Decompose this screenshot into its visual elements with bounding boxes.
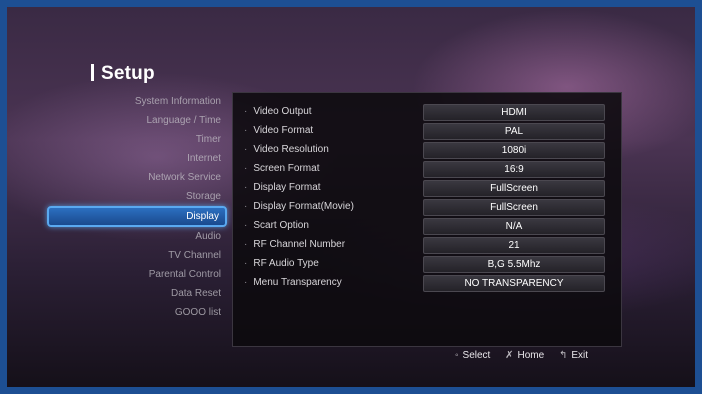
setting-label-display-format: · Display Format [244,182,321,193]
setting-label-scart-option: · Scart Option [244,220,309,231]
select-hint-label: Select [462,350,491,361]
setting-label-text: Display Format(Movie) [253,201,354,212]
setting-value-rf-audio-type[interactable]: B,G 5.5Mhz [423,256,605,273]
setting-label-text: Video Format [253,125,314,136]
sidebar-item-internet[interactable]: Internet [47,149,227,168]
sidebar-item-language-time[interactable]: Language / Time [47,111,227,130]
setting-label-rf-channel-number: · RF Channel Number [244,239,345,250]
setting-value-display-format-movie[interactable]: FullScreen [423,199,605,216]
setting-value-video-resolution[interactable]: 1080i [423,142,605,159]
setting-row-screen-format[interactable]: · Screen Format 16:9 [233,160,621,179]
exit-key-icon: ↰ [558,350,568,361]
bullet-icon: · [244,144,248,155]
sidebar-item-system-information[interactable]: System Information [47,92,227,111]
bullet-icon: · [244,106,248,117]
setting-row-menu-transparency[interactable]: · Menu Transparency NO TRANSPARENCY [233,274,621,293]
sidebar-item-parental-control[interactable]: Parental Control [47,265,227,284]
setting-row-scart-option[interactable]: · Scart Option N/A [233,217,621,236]
sidebar-item-timer[interactable]: Timer [47,130,227,149]
setting-row-display-format[interactable]: · Display Format FullScreen [233,179,621,198]
display-settings-panel: · Video Output HDMI · Video Format PAL · Vi… [232,92,622,347]
setting-label-rf-audio-type: · RF Audio Type [244,258,319,269]
setting-value-rf-channel-number[interactable]: 21 [423,237,605,254]
bullet-icon: · [244,239,248,250]
setting-label-text: Video Resolution [253,144,329,155]
sidebar-item-gooo-list[interactable]: GOOO list [47,303,227,322]
home-hint-label: Home [517,350,545,361]
setting-row-rf-audio-type[interactable]: · RF Audio Type B,G 5.5Mhz [233,255,621,274]
bullet-icon: · [244,258,248,269]
setting-value-menu-transparency[interactable]: NO TRANSPARENCY [423,275,605,292]
select-key-icon: ◦ [455,350,459,361]
sidebar-item-data-reset[interactable]: Data Reset [47,284,227,303]
bullet-icon: · [244,201,248,212]
bullet-icon: · [244,163,248,174]
setting-label-text: Display Format [253,182,321,193]
sidebar-item-display[interactable]: Display [47,206,227,227]
home-key-icon: ✗ [505,350,514,361]
setting-label-text: Video Output [253,106,312,117]
setting-value-video-format[interactable]: PAL [423,123,605,140]
sidebar-item-audio[interactable]: Audio [47,227,227,246]
setting-row-rf-channel-number[interactable]: · RF Channel Number 21 [233,236,621,255]
setting-label-text: RF Audio Type [253,258,319,269]
title-bar-marker [91,64,94,81]
setting-row-video-format[interactable]: · Video Format PAL [233,122,621,141]
setting-label-text: Scart Option [253,220,309,231]
bullet-icon: · [244,125,248,136]
setting-row-video-resolution[interactable]: · Video Resolution 1080i [233,141,621,160]
setting-value-display-format[interactable]: FullScreen [423,180,605,197]
home-hint: ✗ Home [505,350,544,361]
setting-label-screen-format: · Screen Format [244,163,319,174]
bullet-icon: · [244,277,248,288]
setting-row-video-output[interactable]: · Video Output HDMI [233,103,621,122]
setting-label-text: Screen Format [253,163,320,174]
sidebar-item-network-service[interactable]: Network Service [47,168,227,187]
setting-value-screen-format[interactable]: 16:9 [423,161,605,178]
setting-row-display-format-movie[interactable]: · Display Format(Movie) FullScreen [233,198,621,217]
setting-value-scart-option[interactable]: N/A [423,218,605,235]
bullet-icon: · [244,182,248,193]
exit-hint-label: Exit [571,350,589,361]
setting-label-display-format-movie: · Display Format(Movie) [244,201,354,212]
tv-screen: Setup System Information Language / Time… [7,7,695,387]
setting-value-video-output[interactable]: HDMI [423,104,605,121]
setting-label-video-output: · Video Output [244,106,312,117]
setting-label-menu-transparency: · Menu Transparency [244,277,342,288]
select-hint: ◦ Select [455,350,490,361]
page-title: Setup [91,63,155,85]
sidebar-item-tv-channel[interactable]: TV Channel [47,246,227,265]
sidebar: System Information Language / Time Timer… [47,92,227,322]
setting-label-video-resolution: · Video Resolution [244,144,329,155]
exit-hint: ↰ Exit [559,350,588,361]
bullet-icon: · [244,220,248,231]
page-title-text: Setup [101,63,155,84]
setting-label-video-format: · Video Format [244,125,313,136]
setting-label-text: Menu Transparency [253,277,342,288]
button-hints: ◦ Select ✗ Home ↰ Exit [455,350,600,361]
setting-label-text: RF Channel Number [253,239,346,250]
sidebar-item-storage[interactable]: Storage [47,187,227,206]
